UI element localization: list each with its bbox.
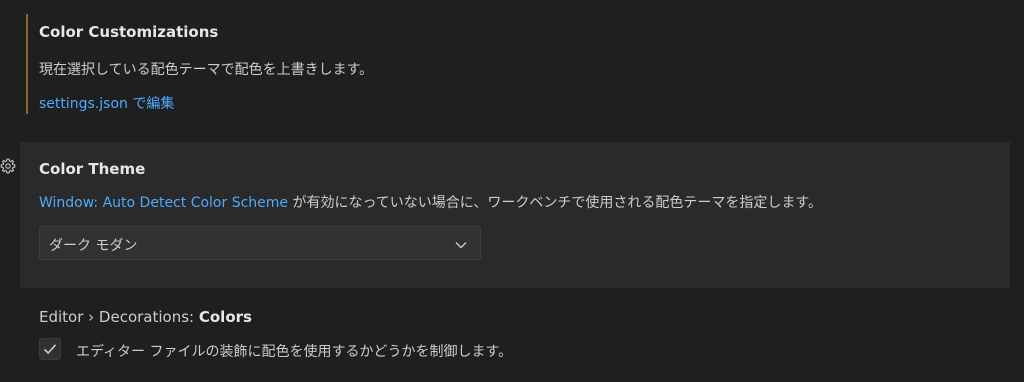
- selected-value: ダーク モダン: [49, 238, 138, 254]
- setting-description: Window: Auto Detect Color Scheme が有効になって…: [39, 192, 822, 212]
- setting-title: Editor › Decorations: Colors: [39, 308, 252, 326]
- modified-indicator: [26, 14, 28, 114]
- description-text: が有効になっていない場合に、ワークベンチで使用される配色テーマを指定します。: [288, 195, 822, 211]
- color-theme-select[interactable]: ダーク モダン: [39, 226, 481, 260]
- edit-in-settings-json-link[interactable]: settings.json で編集: [39, 93, 174, 113]
- decorations-colors-checkbox[interactable]: [39, 338, 61, 360]
- setting-color-theme: Color Theme Window: Auto Detect Color Sc…: [0, 142, 1010, 288]
- gear-icon[interactable]: [0, 158, 16, 174]
- setting-name: Colors: [198, 308, 252, 326]
- settings-editor: Color Customizations 現在選択している配色テーマで配色を上書…: [0, 0, 1024, 382]
- setting-decorations-colors: Editor › Decorations: Colors エディター ファイルの…: [26, 296, 1006, 376]
- setting-title: Color Customizations: [39, 23, 219, 41]
- checkbox-label: エディター ファイルの装飾に配色を使用するかどうかを制御します。: [76, 344, 513, 360]
- setting-category: Editor › Decorations:: [39, 308, 199, 326]
- checkmark-icon: [43, 344, 57, 355]
- auto-detect-color-scheme-link[interactable]: Window: Auto Detect Color Scheme: [39, 195, 288, 211]
- setting-title: Color Theme: [39, 160, 146, 178]
- chevron-down-icon: [454, 237, 468, 251]
- setting-color-customizations: Color Customizations 現在選択している配色テーマで配色を上書…: [26, 14, 1006, 114]
- setting-description: 現在選択している配色テーマで配色を上書きします。: [39, 62, 374, 78]
